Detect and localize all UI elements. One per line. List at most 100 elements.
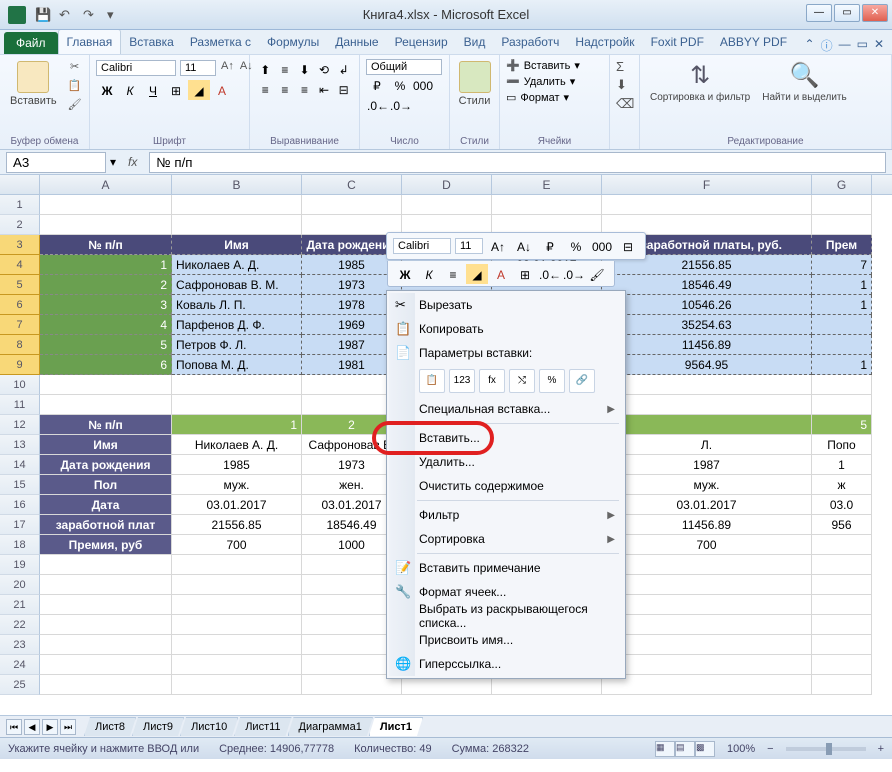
cm-copy[interactable]: 📋Копировать	[389, 317, 623, 341]
cell[interactable]	[602, 595, 812, 615]
view-layout-button[interactable]: ▤	[675, 741, 695, 757]
cell[interactable]	[172, 635, 302, 655]
cm-delete[interactable]: Удалить...	[389, 450, 623, 474]
cell[interactable]: Имя	[40, 435, 172, 455]
cell[interactable]: 2	[40, 275, 172, 295]
tab-formulas[interactable]: Формулы	[259, 30, 327, 54]
sheet-tab-active[interactable]: Лист1	[369, 717, 423, 736]
view-break-button[interactable]: ▩	[695, 741, 715, 757]
cell[interactable]: Петров Ф. Л.	[172, 335, 302, 355]
undo-icon[interactable]: ↶	[59, 7, 75, 23]
cell[interactable]: 21556.85	[172, 515, 302, 535]
mini-shrink-font-icon[interactable]: A↓	[513, 236, 535, 256]
fx-icon[interactable]: fx	[120, 155, 145, 169]
row-header[interactable]: 18	[0, 535, 40, 555]
cell[interactable]	[812, 335, 872, 355]
cell[interactable]	[40, 195, 172, 215]
minimize-ribbon-icon[interactable]: ⌃	[805, 37, 815, 54]
paste-link-icon[interactable]: 🔗	[569, 369, 595, 393]
cell[interactable]: Попова М. Д.	[172, 355, 302, 375]
align-top-icon[interactable]: ⬆	[256, 59, 275, 79]
tab-data[interactable]: Данные	[327, 30, 386, 54]
cell[interactable]	[40, 655, 172, 675]
row-header[interactable]: 19	[0, 555, 40, 575]
cell[interactable]: 18546.49	[602, 275, 812, 295]
cell[interactable]: 10546.26	[602, 295, 812, 315]
cell[interactable]	[812, 555, 872, 575]
mini-decimal-dec-icon[interactable]: .0→	[562, 264, 584, 284]
styles-button[interactable]: Стили	[456, 59, 493, 109]
row-header[interactable]: 22	[0, 615, 40, 635]
cell[interactable]: муж.	[602, 475, 812, 495]
cell[interactable]	[172, 395, 302, 415]
mini-grow-font-icon[interactable]: A↑	[487, 236, 509, 256]
cell[interactable]	[172, 595, 302, 615]
cell[interactable]: 03.01.2017	[602, 495, 812, 515]
cell[interactable]: 03.0	[812, 495, 872, 515]
cell[interactable]	[172, 615, 302, 635]
cm-clear[interactable]: Очистить содержимое	[389, 474, 623, 498]
cell[interactable]: 3	[40, 295, 172, 315]
col-header-g[interactable]: G	[812, 175, 872, 194]
cell[interactable]	[812, 215, 872, 235]
cell[interactable]	[602, 555, 812, 575]
mini-border-icon[interactable]: ⊞	[514, 264, 536, 284]
ribbon-window-close-icon[interactable]: ✕	[874, 37, 884, 54]
cell[interactable]	[812, 375, 872, 395]
zoom-in-button[interactable]: +	[878, 743, 884, 755]
row-header[interactable]: 8	[0, 335, 40, 355]
cell[interactable]: ж	[812, 475, 872, 495]
paste-transpose-icon[interactable]: ⤭	[509, 369, 535, 393]
cell[interactable]: Сафроновав В. М.	[172, 275, 302, 295]
cm-name[interactable]: Присвоить имя...	[389, 628, 623, 652]
cell[interactable]	[172, 675, 302, 695]
align-right-icon[interactable]: ≡	[295, 79, 314, 99]
cell[interactable]	[302, 195, 402, 215]
cm-sort[interactable]: Сортировка▶	[389, 527, 623, 551]
paste-values-icon[interactable]: 123	[449, 369, 475, 393]
tab-review[interactable]: Рецензир	[387, 30, 456, 54]
cell[interactable]	[602, 195, 812, 215]
paste-button[interactable]: Вставить	[6, 59, 61, 134]
mini-decimal-inc-icon[interactable]: .0←	[538, 264, 560, 284]
col-header-a[interactable]: A	[40, 175, 172, 194]
file-tab[interactable]: Файл	[4, 32, 58, 54]
mini-percent-icon[interactable]: %	[565, 236, 587, 256]
cell[interactable]	[40, 215, 172, 235]
sheet-tab[interactable]: Лист8	[84, 717, 136, 736]
cm-dropdown[interactable]: Выбрать из раскрывающегося списка...	[389, 604, 623, 628]
tab-layout[interactable]: Разметка с	[182, 30, 259, 54]
mini-align-icon[interactable]: ≡	[442, 264, 464, 284]
align-middle-icon[interactable]: ≡	[276, 59, 295, 79]
cell[interactable]: Дата	[40, 495, 172, 515]
cell[interactable]	[172, 655, 302, 675]
cell[interactable]	[172, 555, 302, 575]
cell[interactable]: 1985	[172, 455, 302, 475]
cell[interactable]: Имя	[172, 235, 302, 255]
cm-format[interactable]: 🔧Формат ячеек...	[389, 580, 623, 604]
row-header[interactable]: 4	[0, 255, 40, 275]
first-sheet-button[interactable]: ⏮	[6, 719, 22, 735]
minimize-button[interactable]: —	[806, 4, 832, 22]
sheet-tab[interactable]: Лист9	[132, 717, 184, 736]
maximize-button[interactable]: ▭	[834, 4, 860, 22]
view-normal-button[interactable]: ▦	[655, 741, 675, 757]
qat-more-icon[interactable]: ▾	[107, 7, 123, 23]
cell[interactable]: 1987	[602, 455, 812, 475]
mini-format-painter-icon[interactable]: 🖌	[586, 264, 608, 284]
mini-fill-color-icon[interactable]: ◢	[466, 264, 488, 284]
cm-cut[interactable]: ✂Вырезать	[389, 293, 623, 317]
increase-font-icon[interactable]: A↑	[220, 59, 235, 77]
wrap-text-icon[interactable]: ↲	[334, 59, 353, 79]
row-header[interactable]: 7	[0, 315, 40, 335]
cell[interactable]	[40, 555, 172, 575]
cell[interactable]	[40, 595, 172, 615]
row-header[interactable]: 24	[0, 655, 40, 675]
row-header[interactable]: 6	[0, 295, 40, 315]
paste-all-icon[interactable]: 📋	[419, 369, 445, 393]
cell[interactable]	[602, 415, 812, 435]
cell[interactable]	[812, 635, 872, 655]
row-header[interactable]: 23	[0, 635, 40, 655]
comma-icon[interactable]: 000	[412, 75, 434, 95]
cell[interactable]	[602, 635, 812, 655]
